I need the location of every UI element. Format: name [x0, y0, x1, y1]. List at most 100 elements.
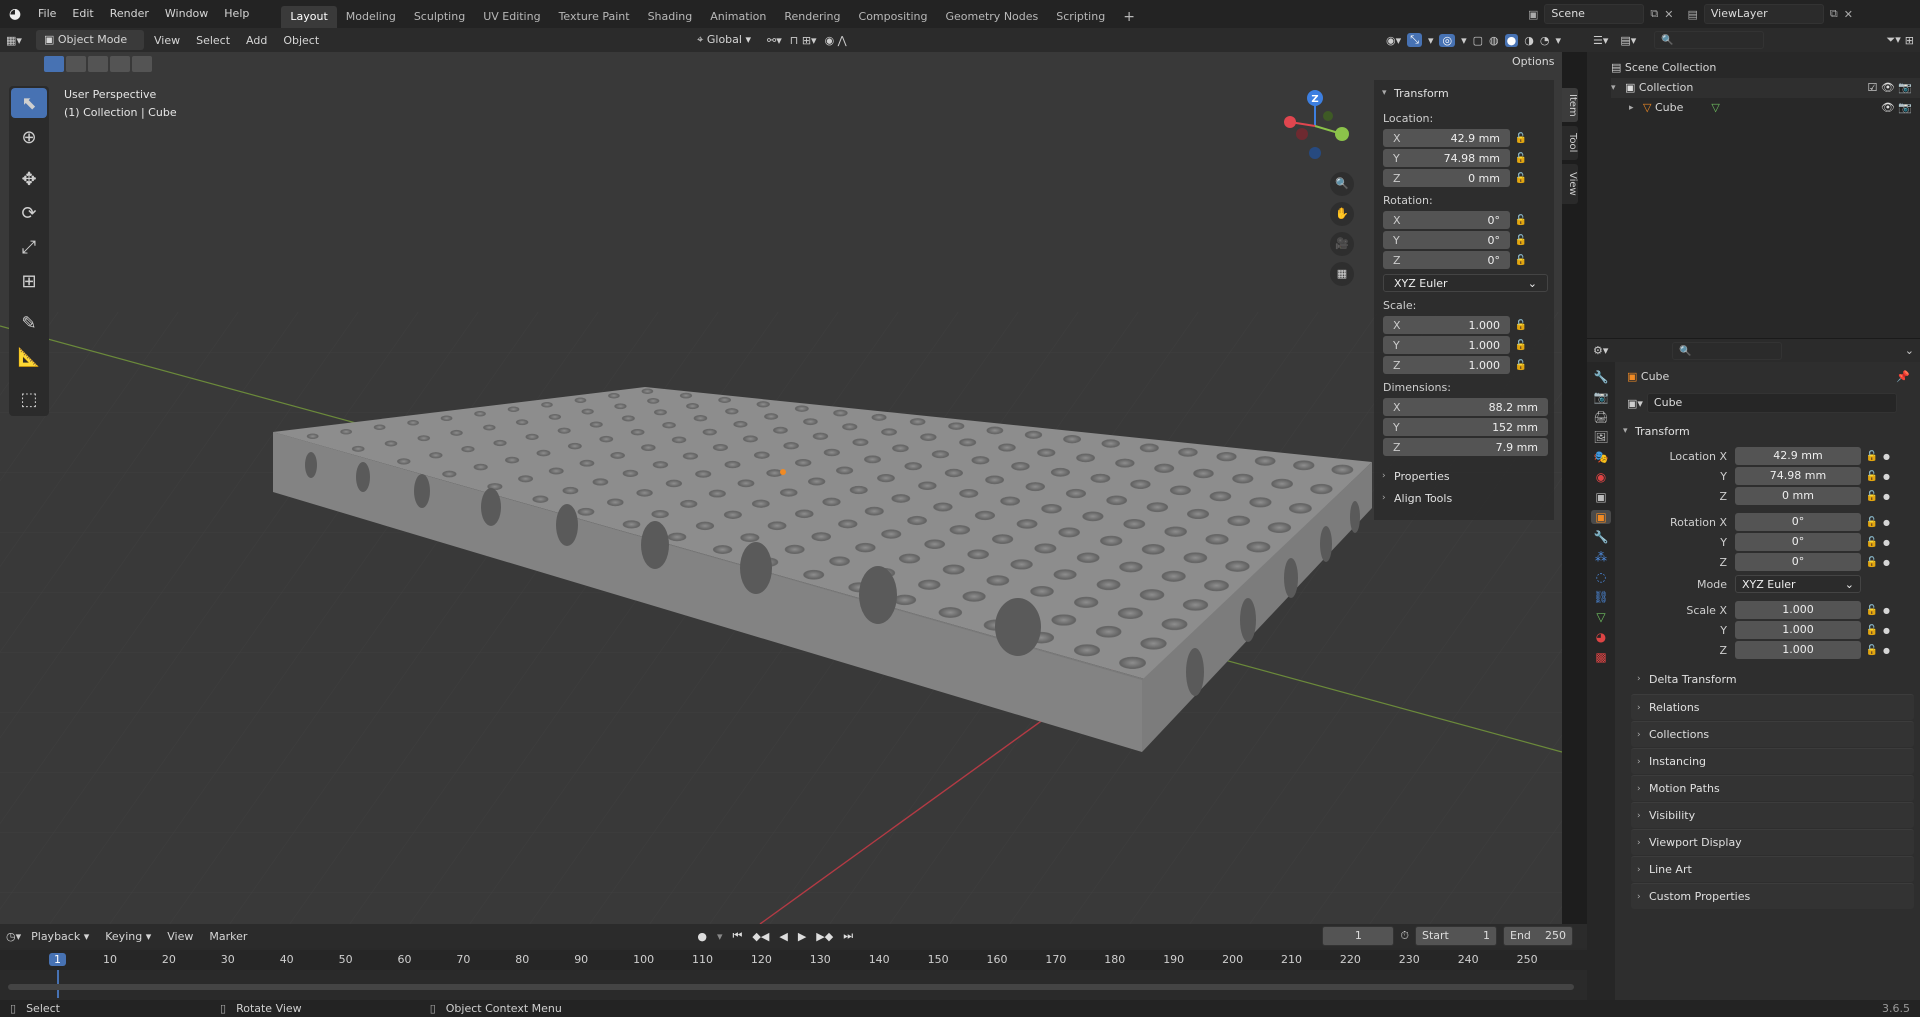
menu-object[interactable]: Object — [277, 34, 325, 47]
prev-keyframe-icon[interactable]: ◆◀ — [752, 930, 769, 943]
frame-ruler[interactable]: 1 10 20 30 40 50 60 70 80 90 100 110 120 130 140 150 160… — [0, 950, 1587, 998]
dimensions-z-field[interactable]: 7.9 mm — [1496, 441, 1538, 454]
section-visibility[interactable]: › Visibility — [1631, 802, 1914, 828]
keyframe-dot-icon[interactable]: ● — [1883, 558, 1890, 567]
object-type-icon[interactable]: ▣▾ — [1627, 397, 1643, 410]
mode-dropdown[interactable]: XYZ Euler ⌄ — [1735, 575, 1861, 593]
menu-window[interactable]: Window — [157, 0, 216, 28]
keyframe-dot-icon[interactable]: ● — [1883, 538, 1890, 547]
end-frame-field[interactable]: End 250 — [1503, 926, 1573, 946]
lock-icon[interactable]: 🔓 — [1510, 340, 1532, 351]
keyframe-dot-icon[interactable]: ● — [1883, 472, 1890, 481]
lock-icon[interactable]: 🔓 — [1861, 517, 1883, 528]
keyframe-dot-icon[interactable]: ● — [1883, 646, 1890, 655]
section-relations[interactable]: › Relations — [1631, 694, 1914, 720]
modifier-tab-icon[interactable]: 🔧 — [1594, 530, 1609, 544]
lock-icon[interactable]: 🔓 — [1510, 133, 1532, 144]
play-icon[interactable]: ▶ — [798, 930, 806, 943]
tab-texture-paint[interactable]: Texture Paint — [550, 6, 639, 28]
menu-render[interactable]: Render — [102, 0, 157, 28]
rendered-shading-icon[interactable]: ◔ — [1540, 34, 1550, 47]
lock-icon[interactable]: 🔓 — [1510, 255, 1532, 266]
dimensions-x-row[interactable]: X 88.2 mm — [1383, 397, 1548, 417]
chevron-down-icon[interactable]: ⌄ — [1905, 344, 1914, 357]
tab-scripting[interactable]: Scripting — [1047, 6, 1114, 28]
record-icon[interactable]: ● — [697, 930, 707, 943]
rotation-y-row[interactable]: Y 0° 🔓 — [1383, 230, 1548, 250]
camera-icon[interactable]: 🎥 — [1330, 232, 1354, 256]
properties-editor-icon[interactable]: ⚙▾ — [1593, 344, 1608, 357]
tab-view[interactable]: View — [1562, 164, 1578, 204]
annotate-tool-icon[interactable]: ✎ — [11, 308, 47, 338]
scene-tab-icon[interactable]: 🎭 — [1594, 450, 1609, 464]
material-tab-icon[interactable]: ◕ — [1596, 630, 1606, 644]
outliner-row-collection[interactable]: ▾ ▣ Collection ☑ 👁 📷 — [1611, 78, 1920, 98]
select-invert-icon[interactable] — [110, 56, 130, 72]
location-y-row[interactable]: Y 74.98 mm 🔓 — [1383, 148, 1548, 168]
jump-start-icon[interactable]: ⏮ — [733, 929, 743, 943]
lock-icon[interactable]: 🔓 — [1510, 173, 1532, 184]
prop-value-field[interactable]: 74.98 mm — [1735, 467, 1861, 485]
lock-icon[interactable]: 🔓 — [1861, 537, 1883, 548]
physics-tab-icon[interactable]: ◌ — [1596, 570, 1606, 584]
rotation-x-field[interactable]: 0° — [1488, 214, 1501, 227]
lock-icon[interactable]: 🔓 — [1510, 153, 1532, 164]
render-tab-icon[interactable]: 📷 — [1594, 390, 1609, 404]
collection-toggles[interactable]: ☑ 👁 📷 — [1867, 78, 1920, 98]
overlay-icon[interactable]: ◎ — [1439, 33, 1456, 47]
keyframe-dot-icon[interactable]: ● — [1883, 452, 1890, 461]
dimensions-z-row[interactable]: Z 7.9 mm — [1383, 437, 1548, 457]
prop-location-y[interactable]: Y 74.98 mm 🔓 ● — [1615, 466, 1920, 486]
prop-location-x[interactable]: Location X 42.9 mm 🔓 ● — [1615, 446, 1920, 466]
menu-timeline-view[interactable]: View — [161, 930, 199, 943]
expand-arrow-icon[interactable]: ▸ — [1629, 98, 1643, 118]
rotate-tool-icon[interactable]: ⟳ — [11, 198, 47, 228]
move-tool-icon[interactable]: ✥ — [11, 164, 47, 194]
prop-scale-y[interactable]: Y 1.000 🔓 ● — [1615, 620, 1920, 640]
select-extend-icon[interactable] — [66, 56, 86, 72]
prop-value-field[interactable]: 1.000 — [1735, 601, 1861, 619]
display-mode-icon[interactable]: ▤▾ — [1620, 34, 1636, 47]
proportional-edit-icon[interactable]: ◉ ⋀ — [825, 34, 847, 47]
prop-value-field[interactable]: 0° — [1735, 533, 1861, 551]
zoom-icon[interactable]: 🔍 — [1330, 172, 1354, 196]
lock-icon[interactable]: 🔓 — [1861, 625, 1883, 636]
menu-add[interactable]: Add — [240, 34, 273, 47]
tab-compositing[interactable]: Compositing — [850, 6, 937, 28]
menu-keying[interactable]: Keying ▾ — [99, 930, 157, 943]
section-viewport-display[interactable]: › Viewport Display — [1631, 829, 1914, 855]
pivot-icon[interactable]: ⚯▾ — [767, 34, 782, 47]
prop-rotation-x[interactable]: Rotation X 0° 🔓 ● — [1615, 512, 1920, 532]
options-button[interactable]: Options — [1512, 55, 1554, 68]
mode-dropdown[interactable]: ▣ Object Mode ▾ — [36, 30, 144, 66]
scale-x-row[interactable]: X 1.000 🔓 — [1383, 315, 1548, 335]
prop-value-field[interactable]: 0° — [1735, 553, 1861, 571]
xray-icon[interactable]: ▢ — [1473, 34, 1483, 47]
tab-layout[interactable]: Layout — [281, 6, 337, 28]
scale-z-row[interactable]: Z 1.000 🔓 — [1383, 355, 1548, 375]
new-collection-icon[interactable]: ⊞ — [1905, 34, 1914, 47]
select-subtract-icon[interactable] — [88, 56, 108, 72]
lock-icon[interactable]: 🔓 — [1861, 471, 1883, 482]
menu-file[interactable]: File — [30, 0, 64, 28]
pan-icon[interactable]: ✋ — [1330, 202, 1354, 226]
prop-mode[interactable]: Mode XYZ Euler ⌄ — [1615, 574, 1920, 594]
tab-tool[interactable]: Tool — [1562, 126, 1578, 160]
scale-y-field[interactable]: 1.000 — [1469, 339, 1501, 352]
dimensions-y-row[interactable]: Y 152 mm — [1383, 417, 1548, 437]
prop-location-z[interactable]: Z 0 mm 🔓 ● — [1615, 486, 1920, 506]
new-view-layer-icon[interactable]: ⧉ — [1830, 7, 1838, 21]
keyframe-dot-icon[interactable]: ● — [1883, 518, 1890, 527]
properties-panel-header[interactable]: › Properties — [1374, 465, 1554, 487]
cursor-tool-icon[interactable]: ⊕ — [11, 122, 47, 152]
start-frame-field[interactable]: Start 1 — [1415, 926, 1497, 946]
select-box-icon[interactable] — [44, 56, 64, 72]
section-motion-paths[interactable]: › Motion Paths — [1631, 775, 1914, 801]
align-tools-panel-header[interactable]: › Align Tools — [1374, 487, 1554, 509]
prop-scale-z[interactable]: Z 1.000 🔓 ● — [1615, 640, 1920, 660]
select-intersect-icon[interactable] — [132, 56, 152, 72]
view-layer-tab-icon[interactable]: 🖼 — [1593, 430, 1608, 444]
outliner-editor-icon[interactable]: ☰▾ — [1593, 34, 1608, 47]
lock-icon[interactable]: 🔓 — [1861, 451, 1883, 462]
section-line-art[interactable]: › Line Art — [1631, 856, 1914, 882]
